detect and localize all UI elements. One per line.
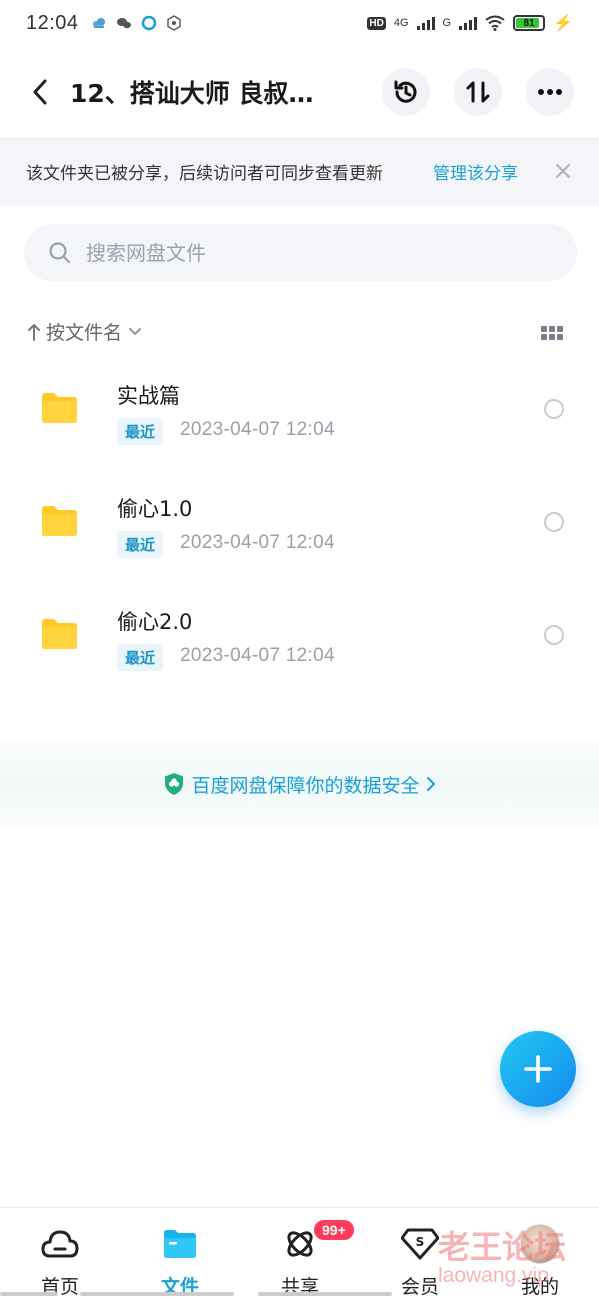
system-indicators: HD 4G G 81 ⚡ [367, 13, 573, 33]
recent-badge: 最近 [117, 418, 164, 445]
signal-2-icon [459, 16, 478, 30]
status-time: 12:04 [26, 11, 79, 34]
wechat-icon [116, 18, 131, 29]
history-button[interactable] [382, 68, 430, 116]
search-icon [49, 241, 71, 263]
hd-indicator: HD [367, 16, 386, 30]
sort-arrow-icon [28, 323, 40, 341]
plus-icon [524, 1055, 552, 1083]
page-title: 12、搭讪大师 良叔… [70, 79, 314, 108]
bottom-bar-segment [80, 1292, 234, 1296]
svg-text:S: S [416, 1235, 425, 1249]
header: 12、搭讪大师 良叔… [0, 64, 599, 120]
sort-label: 按文件名 [46, 322, 123, 344]
file-name: 实战篇 [117, 384, 180, 408]
folder-icon [42, 619, 77, 649]
search-input[interactable] [86, 240, 506, 265]
list-item[interactable]: 偷心2.0 最近 2023-04-07 12:04 [0, 584, 599, 684]
file-name: 偷心2.0 [117, 610, 193, 634]
add-button[interactable] [500, 1031, 576, 1107]
select-radio[interactable] [544, 512, 564, 532]
chevron-right-icon [426, 777, 435, 791]
diamond-s-icon: S [400, 1224, 440, 1264]
folder-tab-icon [160, 1224, 200, 1264]
cloud-icon [40, 1224, 80, 1264]
select-radio[interactable] [544, 399, 564, 419]
watermark-text: 老王论坛 [438, 1228, 567, 1266]
manage-share-link[interactable]: 管理该分享 [433, 159, 518, 184]
bottom-bar-segment [0, 1292, 58, 1296]
share-notice: 该文件夹已被分享，后续访问者可同步查看更新 管理该分享 [0, 137, 599, 206]
list-item[interactable]: 偷心1.0 最近 2023-04-07 12:04 [0, 471, 599, 571]
sort-control[interactable]: 按文件名 [28, 318, 142, 345]
network-g-label: G [442, 17, 452, 29]
battery-level: 81 [523, 17, 535, 29]
watermark-url: laowang.vip [438, 1264, 549, 1287]
cloud-app-icon [92, 18, 105, 28]
shield-icon [165, 773, 184, 795]
history-icon [394, 80, 417, 103]
folder-icon [42, 393, 77, 423]
bottom-bar-segment [258, 1292, 392, 1296]
more-button[interactable] [526, 68, 574, 116]
notification-icons [91, 15, 182, 31]
network-4g-label: 4G [393, 17, 409, 29]
more-icon [538, 89, 562, 95]
signal-icon [416, 16, 435, 30]
settings-hex-icon [166, 15, 181, 31]
file-date: 2023-04-07 12:04 [180, 419, 335, 440]
recent-badge: 最近 [117, 531, 164, 558]
grid-view-toggle[interactable] [541, 326, 563, 342]
charging-icon: ⚡ [553, 15, 573, 32]
transfer-button[interactable] [454, 68, 502, 116]
search-bar[interactable] [24, 224, 577, 281]
chevron-down-icon [129, 327, 142, 335]
select-radio[interactable] [544, 625, 564, 645]
browser-icon [141, 15, 156, 31]
transfer-icon [466, 81, 490, 103]
back-button[interactable] [26, 77, 54, 107]
close-notice-button[interactable] [552, 160, 574, 182]
chevron-left-icon [33, 79, 47, 105]
list-item[interactable]: 实战篇 最近 2023-04-07 12:04 [0, 358, 599, 458]
share-count-badge: 99+ [312, 1218, 356, 1242]
file-date: 2023-04-07 12:04 [180, 645, 335, 666]
close-icon [555, 163, 571, 179]
tab-home[interactable]: 首页 [0, 1208, 120, 1298]
recent-badge: 最近 [117, 644, 164, 671]
status-bar: 12:04 HD 4G G 81 ⚡ [0, 0, 599, 46]
wifi-icon [485, 15, 505, 31]
security-banner[interactable]: 百度网盘保障你的数据安全 [0, 742, 599, 826]
security-text: 百度网盘保障你的数据安全 [191, 774, 420, 797]
file-name: 偷心1.0 [117, 497, 193, 521]
file-date: 2023-04-07 12:04 [180, 532, 335, 553]
folder-icon [42, 506, 77, 536]
tab-files[interactable]: 文件 [120, 1208, 240, 1298]
share-notice-text: 该文件夹已被分享，后续访问者可同步查看更新 [26, 164, 383, 184]
battery-icon: 81 [513, 15, 546, 31]
